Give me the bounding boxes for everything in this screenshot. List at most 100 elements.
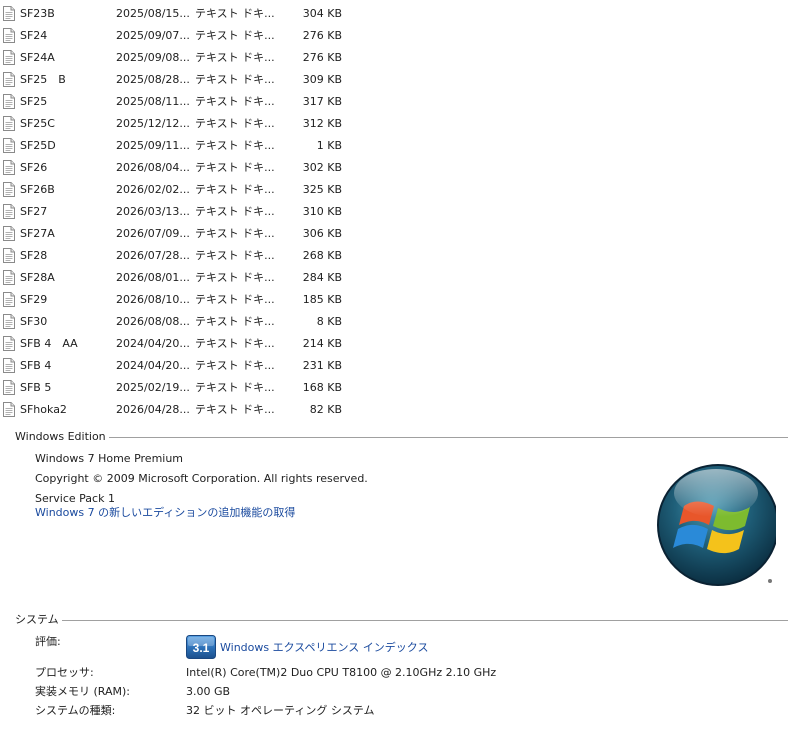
edition-section-title: Windows Edition — [15, 430, 109, 444]
file-type: テキスト ドキ... — [195, 359, 275, 372]
file-size: 185 KB — [302, 293, 342, 306]
text-document-icon — [3, 336, 15, 351]
file-size: 310 KB — [302, 205, 342, 218]
file-row[interactable]: SF26 2026/08/04... テキスト ドキ... 302 KB — [0, 157, 360, 179]
file-type: テキスト ドキ... — [195, 403, 275, 416]
file-row[interactable]: SF25 2025/08/11... テキスト ドキ... 317 KB — [0, 91, 360, 113]
system-section-header: システム — [15, 613, 788, 627]
file-size: 317 KB — [302, 95, 342, 108]
file-type: テキスト ドキ... — [195, 73, 275, 86]
file-row[interactable]: SF23B 2025/08/15... テキスト ドキ... 304 KB — [0, 3, 360, 25]
file-size: 325 KB — [302, 183, 342, 196]
text-document-icon — [3, 72, 15, 87]
file-size: 312 KB — [302, 117, 342, 130]
file-date: 2025/09/07... — [116, 29, 190, 42]
file-name: SF27A — [20, 227, 55, 240]
text-document-icon — [3, 50, 15, 65]
text-document-icon — [3, 182, 15, 197]
file-date: 2025/09/11... — [116, 139, 190, 152]
text-document-icon — [3, 28, 15, 43]
file-name: SF26 — [20, 161, 48, 174]
file-row[interactable]: SF24A 2025/09/08... テキスト ドキ... 276 KB — [0, 47, 360, 69]
text-document-icon — [3, 402, 15, 417]
experience-index-link[interactable]: Windows エクスペリエンス インデックス — [220, 641, 428, 655]
upgrade-edition-link[interactable]: Windows 7 の新しいエディションの追加機能の取得 — [35, 506, 295, 520]
file-row[interactable]: SF27 2026/03/13... テキスト ドキ... 310 KB — [0, 201, 360, 223]
edition-name: Windows 7 Home Premium — [35, 452, 184, 465]
file-type: テキスト ドキ... — [195, 315, 275, 328]
file-row[interactable]: SF28A 2026/08/01... テキスト ドキ... 284 KB — [0, 267, 360, 289]
section-divider — [15, 620, 788, 621]
file-type: テキスト ドキ... — [195, 183, 275, 196]
rating-score: 3.1 — [193, 641, 210, 655]
file-name: SF25D — [20, 139, 56, 152]
file-type: テキスト ドキ... — [195, 7, 275, 20]
file-row[interactable]: SF30 2026/08/08... テキスト ドキ... 8 KB — [0, 311, 360, 333]
file-list: SF23B 2025/08/15... テキスト ドキ... 304 KB SF… — [0, 3, 360, 421]
text-document-icon — [3, 6, 15, 21]
file-date: 2026/07/09... — [116, 227, 190, 240]
file-row[interactable]: SF28 2026/07/28... テキスト ドキ... 268 KB — [0, 245, 360, 267]
file-name: SF30 — [20, 315, 48, 328]
file-date: 2025/08/11... — [116, 95, 190, 108]
file-date: 2025/08/15... — [116, 7, 190, 20]
file-size: 1 KB — [316, 139, 342, 152]
file-row[interactable]: SF25C 2025/12/12... テキスト ドキ... 312 KB — [0, 113, 360, 135]
experience-index-badge-icon[interactable]: 3.1 — [186, 635, 216, 659]
text-document-icon — [3, 138, 15, 153]
file-row[interactable]: SF25 B 2025/08/28... テキスト ドキ... 309 KB — [0, 69, 360, 91]
file-date: 2026/02/02... — [116, 183, 190, 196]
file-name: SF24 — [20, 29, 48, 42]
text-document-icon — [3, 248, 15, 263]
file-type: テキスト ドキ... — [195, 249, 275, 262]
file-name: SF23B — [20, 7, 55, 20]
rating-label: 評価: — [35, 635, 61, 648]
file-size: 306 KB — [302, 227, 342, 240]
file-row[interactable]: SFB 4 AA 2024/04/20... テキスト ドキ... 214 KB — [0, 333, 360, 355]
file-type: テキスト ドキ... — [195, 293, 275, 306]
file-type: テキスト ドキ... — [195, 51, 275, 64]
file-row[interactable]: SF26B 2026/02/02... テキスト ドキ... 325 KB — [0, 179, 360, 201]
system-section-title: システム — [15, 613, 62, 627]
file-type: テキスト ドキ... — [195, 161, 275, 174]
system-type-value: 32 ビット オペレーティング システム — [186, 704, 375, 717]
system-type-label: システムの種類: — [35, 704, 116, 717]
file-name: SF29 — [20, 293, 48, 306]
file-name: SF25 — [20, 95, 48, 108]
file-size: 8 KB — [316, 315, 342, 328]
edition-section-header: Windows Edition — [15, 430, 788, 444]
file-size: 304 KB — [302, 7, 342, 20]
text-document-icon — [3, 314, 15, 329]
file-row[interactable]: SF29 2026/08/10... テキスト ドキ... 185 KB — [0, 289, 360, 311]
text-document-icon — [3, 292, 15, 307]
ram-label: 実装メモリ (RAM): — [35, 685, 130, 698]
file-row[interactable]: SFB 5 2025/02/19... テキスト ドキ... 168 KB — [0, 377, 360, 399]
file-size: 268 KB — [302, 249, 342, 262]
file-name: SF27 — [20, 205, 48, 218]
file-date: 2025/08/28... — [116, 73, 190, 86]
file-row[interactable]: SFB 4 2024/04/20... テキスト ドキ... 231 KB — [0, 355, 360, 377]
text-document-icon — [3, 160, 15, 175]
file-row[interactable]: SF25D 2025/09/11... テキスト ドキ... 1 KB — [0, 135, 360, 157]
ram-value: 3.00 GB — [186, 685, 231, 698]
file-type: テキスト ドキ... — [195, 205, 275, 218]
file-name: SF28A — [20, 271, 55, 284]
file-row[interactable]: SFhoka2 2026/04/28... テキスト ドキ... 82 KB — [0, 399, 360, 421]
file-row[interactable]: SF24 2025/09/07... テキスト ドキ... 276 KB — [0, 25, 360, 47]
file-type: テキスト ドキ... — [195, 337, 275, 350]
file-name: SF25C — [20, 117, 55, 130]
processor-value: Intel(R) Core(TM)2 Duo CPU T8100 @ 2.10G… — [186, 666, 497, 679]
file-date: 2026/07/28... — [116, 249, 190, 262]
file-size: 302 KB — [302, 161, 342, 174]
text-document-icon — [3, 270, 15, 285]
file-name: SFB 4 — [20, 359, 52, 372]
file-type: テキスト ドキ... — [195, 227, 275, 240]
file-row[interactable]: SF27A 2026/07/09... テキスト ドキ... 306 KB — [0, 223, 360, 245]
file-size: 82 KB — [309, 403, 342, 416]
text-document-icon — [3, 116, 15, 131]
file-date: 2026/04/28... — [116, 403, 190, 416]
text-document-icon — [3, 380, 15, 395]
copyright-text: Copyright © 2009 Microsoft Corporation. … — [35, 472, 368, 485]
file-type: テキスト ドキ... — [195, 95, 275, 108]
text-document-icon — [3, 94, 15, 109]
